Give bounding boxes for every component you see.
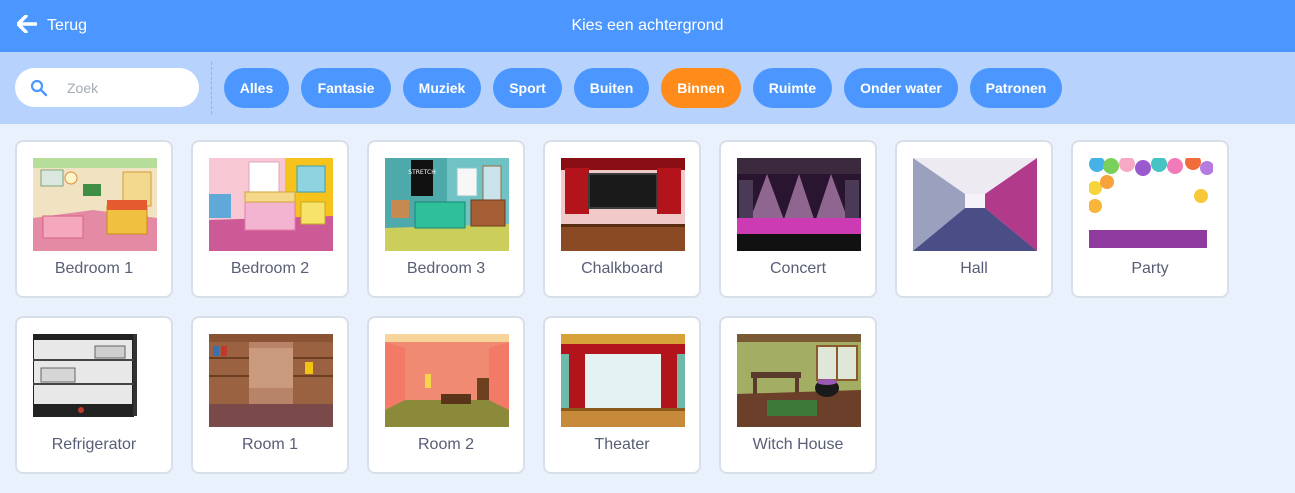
backdrop-card-room-2[interactable]: Room 2: [367, 316, 525, 474]
backdrop-name: Bedroom 2: [230, 260, 310, 277]
backdrop-thumbnail: [561, 334, 685, 427]
tag-onder-water[interactable]: Onder water: [844, 68, 958, 108]
tag-fantasie[interactable]: Fantasie: [301, 68, 391, 108]
backdrop-thumbnail: [913, 158, 1037, 251]
tag-binnen[interactable]: Binnen: [661, 68, 741, 108]
backdrop-card-concert[interactable]: Concert: [719, 140, 877, 298]
tag-sport[interactable]: Sport: [493, 68, 562, 108]
backdrop-card-theater[interactable]: Theater: [543, 316, 701, 474]
tag-buiten[interactable]: Buiten: [574, 68, 649, 108]
tag-patronen[interactable]: Patronen: [970, 68, 1062, 108]
svg-text:STRETCH: STRETCH: [408, 169, 435, 176]
backdrop-card-bedroom-2[interactable]: Bedroom 2: [191, 140, 349, 298]
backdrop-card-room-1[interactable]: Room 1: [191, 316, 349, 474]
backdrop-thumbnail: [385, 334, 509, 427]
backdrop-name: Bedroom 3: [406, 260, 486, 277]
page-title: Kies een achtergrond: [571, 17, 724, 34]
search-box: [15, 68, 199, 107]
backdrop-name: Theater: [594, 436, 650, 453]
tag-ruimte[interactable]: Ruimte: [753, 68, 832, 108]
backdrop-name: Bedroom 1: [54, 260, 134, 277]
search-input[interactable]: [65, 76, 189, 100]
backdrop-thumbnail: STRETCH: [385, 158, 509, 251]
backdrop-card-hall[interactable]: Hall: [895, 140, 1053, 298]
backdrop-thumbnail: [209, 334, 333, 427]
backdrop-thumbnail: [737, 158, 861, 251]
backdrop-name: Room 2: [417, 436, 475, 453]
backdrop-card-witch-house[interactable]: Witch House: [719, 316, 877, 474]
filter-bar: Alles Fantasie Muziek Sport Buiten Binne…: [0, 52, 1295, 124]
backdrop-thumbnail: [209, 158, 333, 251]
backdrop-card-bedroom-3[interactable]: STRETCH Bedroom 3: [367, 140, 525, 298]
tag-alles[interactable]: Alles: [224, 68, 289, 108]
backdrop-card-bedroom-1[interactable]: Bedroom 1: [15, 140, 173, 298]
backdrop-name: Chalkboard: [581, 260, 663, 277]
backdrop-name: Party: [1131, 260, 1169, 277]
backdrop-thumbnail: [561, 158, 685, 251]
backdrop-thumbnail: [737, 334, 861, 427]
divider: [211, 62, 212, 114]
backdrop-card-party[interactable]: Party: [1071, 140, 1229, 298]
header: Terug Kies een achtergrond: [0, 0, 1295, 52]
backdrop-card-refrigerator[interactable]: Refrigerator: [15, 316, 173, 474]
backdrop-thumbnail: [1089, 158, 1213, 251]
backdrop-thumbnail: [33, 158, 157, 251]
backdrop-name: Witch House: [752, 436, 844, 453]
backdrop-name: Room 1: [241, 436, 299, 453]
backdrop-name: Hall: [960, 260, 988, 277]
backdrop-name: Refrigerator: [51, 436, 137, 453]
backdrop-card-chalkboard[interactable]: Chalkboard: [543, 140, 701, 298]
tag-muziek[interactable]: Muziek: [403, 68, 481, 108]
backdrop-thumbnail: [33, 334, 157, 427]
backdrop-name: Concert: [769, 260, 827, 277]
